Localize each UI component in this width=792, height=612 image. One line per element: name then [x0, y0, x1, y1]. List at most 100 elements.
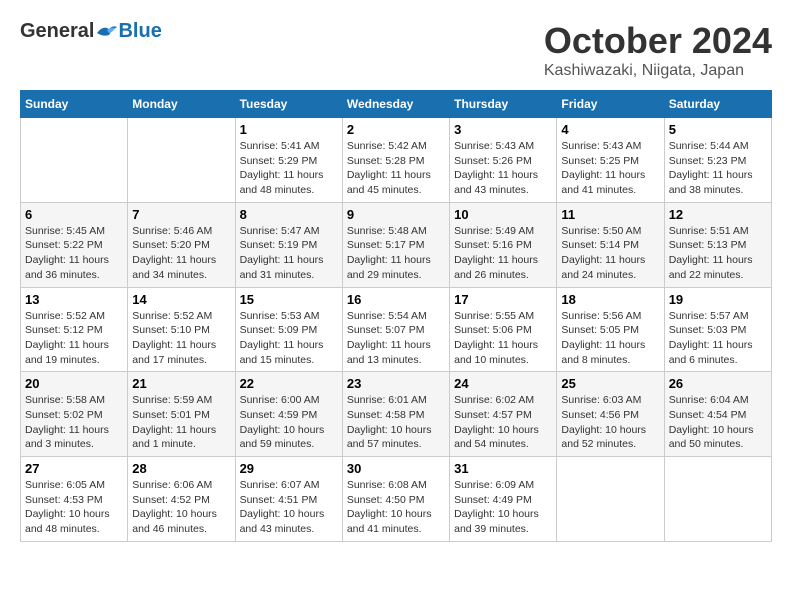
day-number: 27	[25, 461, 123, 476]
day-number: 11	[561, 207, 659, 222]
day-number: 24	[454, 376, 552, 391]
day-number: 22	[240, 376, 338, 391]
location-title: Kashiwazaki, Niigata, Japan	[544, 62, 772, 80]
table-row	[128, 118, 235, 203]
table-row: 25 Sunrise: 6:03 AMSunset: 4:56 PMDaylig…	[557, 372, 664, 457]
day-number: 15	[240, 292, 338, 307]
day-info: Sunrise: 5:42 AMSunset: 5:28 PMDaylight:…	[347, 139, 445, 198]
day-info: Sunrise: 5:55 AMSunset: 5:06 PMDaylight:…	[454, 309, 552, 368]
table-row: 12 Sunrise: 5:51 AMSunset: 5:13 PMDaylig…	[664, 202, 771, 287]
day-info: Sunrise: 5:48 AMSunset: 5:17 PMDaylight:…	[347, 224, 445, 283]
day-info: Sunrise: 5:43 AMSunset: 5:26 PMDaylight:…	[454, 139, 552, 198]
table-row: 31 Sunrise: 6:09 AMSunset: 4:49 PMDaylig…	[450, 457, 557, 542]
table-row: 14 Sunrise: 5:52 AMSunset: 5:10 PMDaylig…	[128, 287, 235, 372]
day-number: 2	[347, 122, 445, 137]
day-number: 25	[561, 376, 659, 391]
table-row: 16 Sunrise: 5:54 AMSunset: 5:07 PMDaylig…	[342, 287, 449, 372]
header-friday: Friday	[557, 91, 664, 118]
day-info: Sunrise: 6:04 AMSunset: 4:54 PMDaylight:…	[669, 393, 767, 452]
calendar-table: Sunday Monday Tuesday Wednesday Thursday…	[20, 90, 772, 542]
table-row: 19 Sunrise: 5:57 AMSunset: 5:03 PMDaylig…	[664, 287, 771, 372]
day-info: Sunrise: 5:58 AMSunset: 5:02 PMDaylight:…	[25, 393, 123, 452]
day-info: Sunrise: 6:00 AMSunset: 4:59 PMDaylight:…	[240, 393, 338, 452]
day-number: 21	[132, 376, 230, 391]
day-info: Sunrise: 6:01 AMSunset: 4:58 PMDaylight:…	[347, 393, 445, 452]
table-row: 7 Sunrise: 5:46 AMSunset: 5:20 PMDayligh…	[128, 202, 235, 287]
table-row: 9 Sunrise: 5:48 AMSunset: 5:17 PMDayligh…	[342, 202, 449, 287]
day-number: 3	[454, 122, 552, 137]
day-info: Sunrise: 6:07 AMSunset: 4:51 PMDaylight:…	[240, 478, 338, 537]
day-info: Sunrise: 5:53 AMSunset: 5:09 PMDaylight:…	[240, 309, 338, 368]
day-info: Sunrise: 5:47 AMSunset: 5:19 PMDaylight:…	[240, 224, 338, 283]
logo: General Blue	[20, 20, 162, 43]
day-number: 17	[454, 292, 552, 307]
day-number: 18	[561, 292, 659, 307]
day-info: Sunrise: 5:59 AMSunset: 5:01 PMDaylight:…	[132, 393, 230, 452]
day-info: Sunrise: 6:05 AMSunset: 4:53 PMDaylight:…	[25, 478, 123, 537]
day-info: Sunrise: 5:44 AMSunset: 5:23 PMDaylight:…	[669, 139, 767, 198]
day-number: 13	[25, 292, 123, 307]
table-row: 29 Sunrise: 6:07 AMSunset: 4:51 PMDaylig…	[235, 457, 342, 542]
logo-bird-svg	[95, 23, 117, 41]
day-info: Sunrise: 5:51 AMSunset: 5:13 PMDaylight:…	[669, 224, 767, 283]
day-number: 23	[347, 376, 445, 391]
table-row	[21, 118, 128, 203]
day-info: Sunrise: 5:54 AMSunset: 5:07 PMDaylight:…	[347, 309, 445, 368]
table-row: 11 Sunrise: 5:50 AMSunset: 5:14 PMDaylig…	[557, 202, 664, 287]
calendar-week-1: 1 Sunrise: 5:41 AMSunset: 5:29 PMDayligh…	[21, 118, 772, 203]
day-number: 12	[669, 207, 767, 222]
table-row: 1 Sunrise: 5:41 AMSunset: 5:29 PMDayligh…	[235, 118, 342, 203]
header-thursday: Thursday	[450, 91, 557, 118]
day-number: 19	[669, 292, 767, 307]
day-info: Sunrise: 5:43 AMSunset: 5:25 PMDaylight:…	[561, 139, 659, 198]
logo-general-text: General	[20, 20, 94, 43]
table-row: 27 Sunrise: 6:05 AMSunset: 4:53 PMDaylig…	[21, 457, 128, 542]
day-info: Sunrise: 5:49 AMSunset: 5:16 PMDaylight:…	[454, 224, 552, 283]
month-title: October 2024	[544, 20, 772, 62]
day-number: 9	[347, 207, 445, 222]
day-number: 4	[561, 122, 659, 137]
calendar-week-3: 13 Sunrise: 5:52 AMSunset: 5:12 PMDaylig…	[21, 287, 772, 372]
table-row: 18 Sunrise: 5:56 AMSunset: 5:05 PMDaylig…	[557, 287, 664, 372]
day-number: 6	[25, 207, 123, 222]
day-info: Sunrise: 5:46 AMSunset: 5:20 PMDaylight:…	[132, 224, 230, 283]
table-row: 23 Sunrise: 6:01 AMSunset: 4:58 PMDaylig…	[342, 372, 449, 457]
table-row: 24 Sunrise: 6:02 AMSunset: 4:57 PMDaylig…	[450, 372, 557, 457]
day-info: Sunrise: 6:09 AMSunset: 4:49 PMDaylight:…	[454, 478, 552, 537]
calendar-header-row: Sunday Monday Tuesday Wednesday Thursday…	[21, 91, 772, 118]
table-row	[557, 457, 664, 542]
day-number: 29	[240, 461, 338, 476]
table-row: 10 Sunrise: 5:49 AMSunset: 5:16 PMDaylig…	[450, 202, 557, 287]
logo-blue-text: Blue	[118, 20, 161, 43]
day-info: Sunrise: 6:06 AMSunset: 4:52 PMDaylight:…	[132, 478, 230, 537]
day-info: Sunrise: 5:52 AMSunset: 5:10 PMDaylight:…	[132, 309, 230, 368]
day-number: 16	[347, 292, 445, 307]
header-sunday: Sunday	[21, 91, 128, 118]
day-number: 30	[347, 461, 445, 476]
header-wednesday: Wednesday	[342, 91, 449, 118]
header-monday: Monday	[128, 91, 235, 118]
day-info: Sunrise: 5:41 AMSunset: 5:29 PMDaylight:…	[240, 139, 338, 198]
calendar-week-4: 20 Sunrise: 5:58 AMSunset: 5:02 PMDaylig…	[21, 372, 772, 457]
table-row: 6 Sunrise: 5:45 AMSunset: 5:22 PMDayligh…	[21, 202, 128, 287]
day-number: 7	[132, 207, 230, 222]
day-number: 26	[669, 376, 767, 391]
day-info: Sunrise: 5:45 AMSunset: 5:22 PMDaylight:…	[25, 224, 123, 283]
header-saturday: Saturday	[664, 91, 771, 118]
table-row: 5 Sunrise: 5:44 AMSunset: 5:23 PMDayligh…	[664, 118, 771, 203]
header-tuesday: Tuesday	[235, 91, 342, 118]
calendar-week-5: 27 Sunrise: 6:05 AMSunset: 4:53 PMDaylig…	[21, 457, 772, 542]
day-info: Sunrise: 6:02 AMSunset: 4:57 PMDaylight:…	[454, 393, 552, 452]
table-row: 15 Sunrise: 5:53 AMSunset: 5:09 PMDaylig…	[235, 287, 342, 372]
day-info: Sunrise: 5:56 AMSunset: 5:05 PMDaylight:…	[561, 309, 659, 368]
day-number: 1	[240, 122, 338, 137]
table-row: 17 Sunrise: 5:55 AMSunset: 5:06 PMDaylig…	[450, 287, 557, 372]
day-number: 14	[132, 292, 230, 307]
table-row: 30 Sunrise: 6:08 AMSunset: 4:50 PMDaylig…	[342, 457, 449, 542]
table-row	[664, 457, 771, 542]
table-row: 2 Sunrise: 5:42 AMSunset: 5:28 PMDayligh…	[342, 118, 449, 203]
day-info: Sunrise: 5:50 AMSunset: 5:14 PMDaylight:…	[561, 224, 659, 283]
table-row: 20 Sunrise: 5:58 AMSunset: 5:02 PMDaylig…	[21, 372, 128, 457]
table-row: 4 Sunrise: 5:43 AMSunset: 5:25 PMDayligh…	[557, 118, 664, 203]
table-row: 26 Sunrise: 6:04 AMSunset: 4:54 PMDaylig…	[664, 372, 771, 457]
